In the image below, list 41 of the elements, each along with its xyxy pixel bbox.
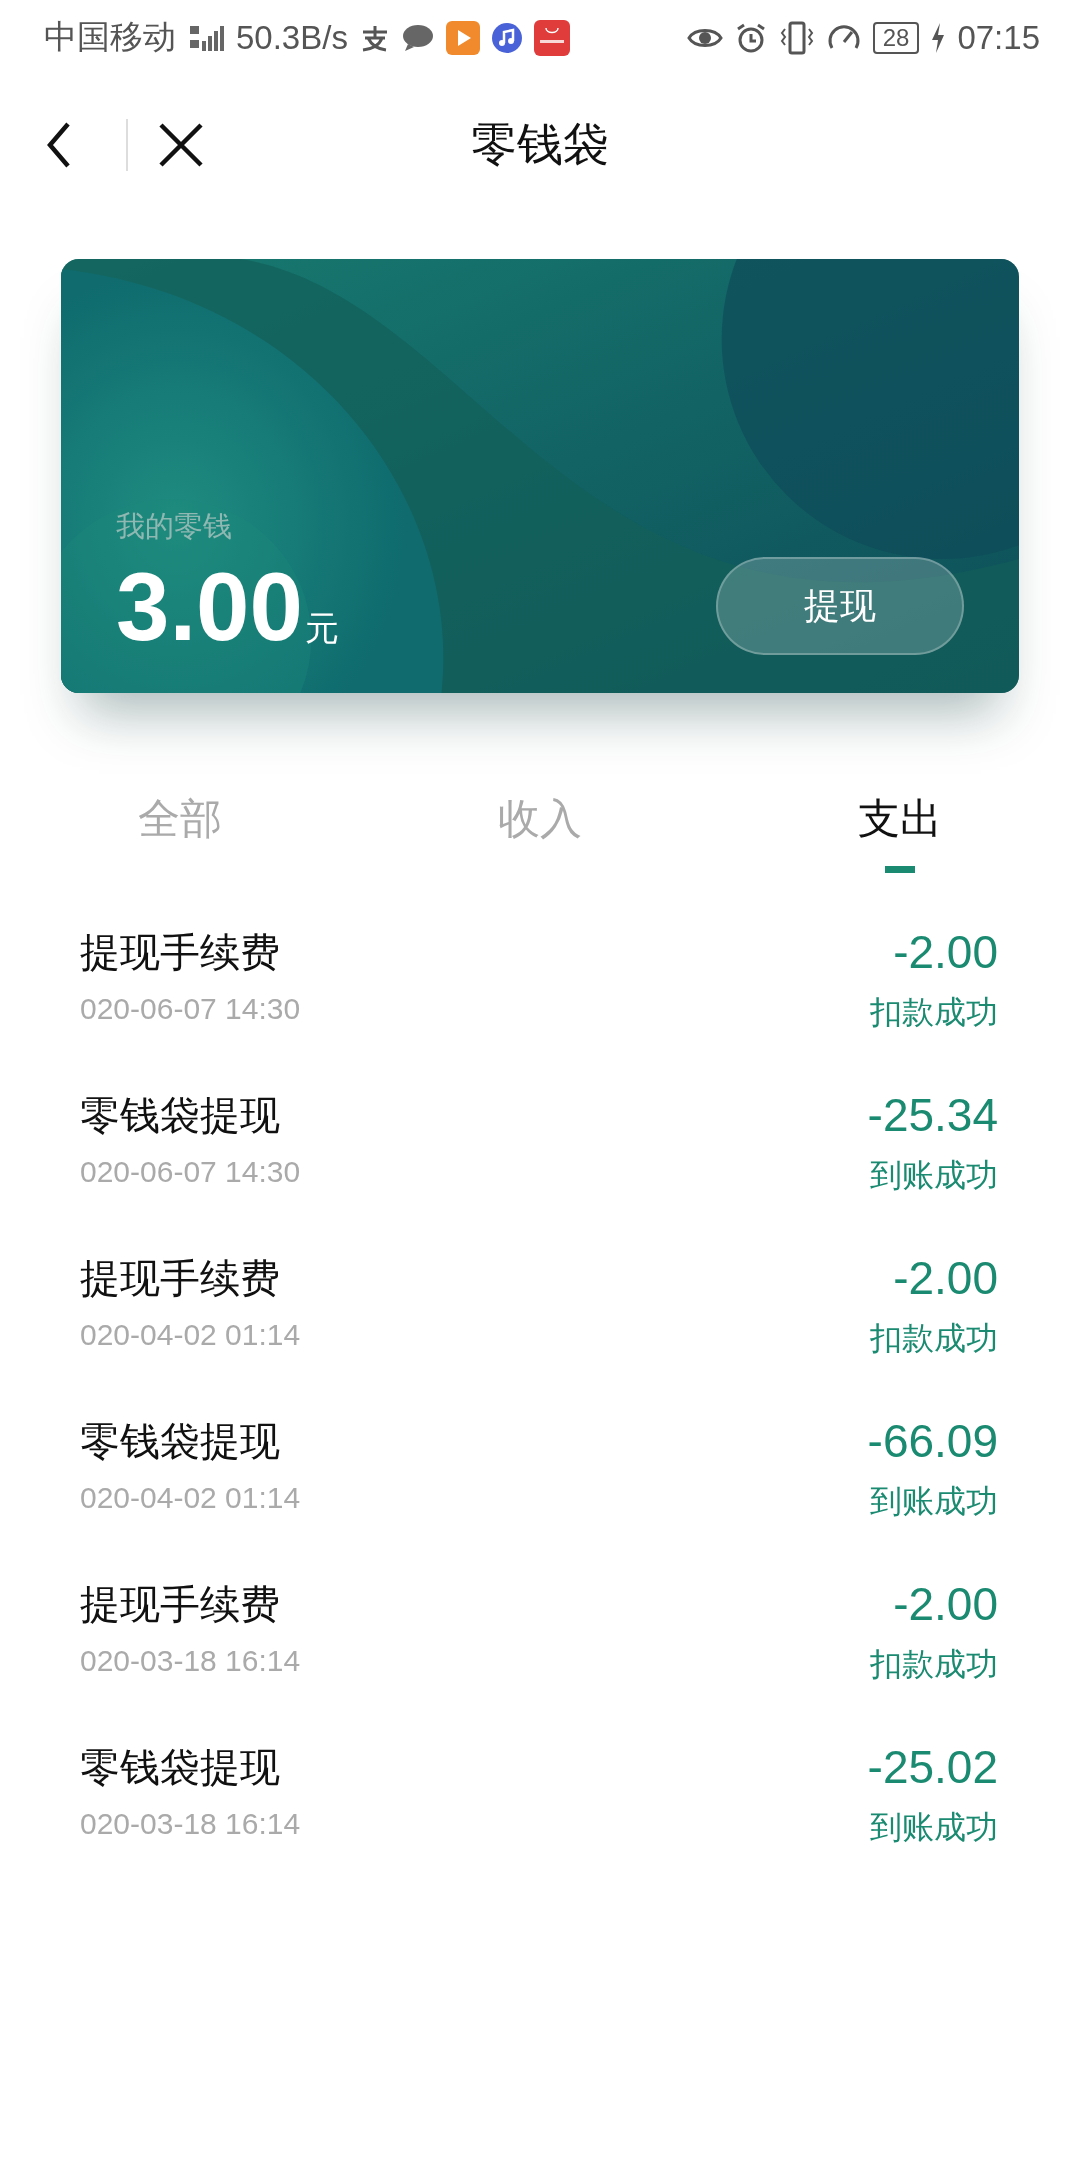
video-app-icon <box>445 20 480 55</box>
withdraw-button[interactable]: 提现 <box>716 557 964 655</box>
transaction-date: 020-04-02 01:14 <box>80 1481 301 1515</box>
transaction-date: 020-03-18 16:14 <box>80 1644 301 1678</box>
balance-amount: 3.00 <box>116 559 303 655</box>
transaction-date: 020-06-07 14:30 <box>80 1155 301 1189</box>
clock-time: 07:15 <box>957 18 1040 57</box>
transaction-title: 零钱袋提现 <box>80 1417 281 1466</box>
transaction-date: 020-03-18 16:14 <box>80 1807 301 1841</box>
transaction-title: 零钱袋提现 <box>80 1743 281 1792</box>
transaction-date: 020-06-07 14:30 <box>80 992 301 1026</box>
music-app-icon <box>491 22 522 53</box>
carrier-name: 中国移动 <box>44 17 176 57</box>
transaction-amount: -2.00 <box>893 1577 998 1631</box>
transaction-title: 提现手续费 <box>80 1254 281 1303</box>
transaction-status: 扣款成功 <box>870 1644 998 1685</box>
transaction-status: 扣款成功 <box>870 1318 998 1359</box>
transaction-status: 到账成功 <box>870 1807 998 1848</box>
charging-icon <box>931 22 946 53</box>
transaction-title: 提现手续费 <box>80 928 281 977</box>
filter-tab[interactable]: 支出 <box>720 777 1080 873</box>
currency-unit: 元 <box>304 607 339 650</box>
close-button[interactable] <box>158 122 204 168</box>
transaction-status: 到账成功 <box>870 1481 998 1522</box>
transaction-amount: -25.02 <box>867 1740 998 1794</box>
transaction-title: 提现手续费 <box>80 1580 281 1629</box>
shopping-bag-icon <box>533 19 570 56</box>
chat-icon <box>401 23 434 52</box>
transaction-amount: -2.00 <box>893 1251 998 1305</box>
transaction-amount: -25.34 <box>867 1088 998 1142</box>
transaction-status: 到账成功 <box>870 1155 998 1196</box>
transaction-date: 020-04-02 01:14 <box>80 1318 301 1352</box>
transaction-status: 扣款成功 <box>870 992 998 1033</box>
transaction-amount: -66.09 <box>867 1414 998 1468</box>
transaction-title: 零钱袋提现 <box>80 1091 281 1140</box>
battery-level: 28 <box>872 21 920 54</box>
page-title: 零钱袋 <box>471 116 609 173</box>
vibrate-icon <box>778 20 815 55</box>
transaction-amount: -2.00 <box>893 925 998 979</box>
balance-label: 我的零钱 <box>116 508 233 545</box>
network-speed: 50.3B/s <box>236 18 348 57</box>
